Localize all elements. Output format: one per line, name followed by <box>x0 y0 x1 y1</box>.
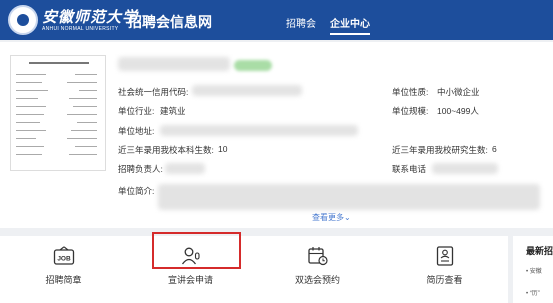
sidebar-item-text: “历” <box>529 291 540 297</box>
nature-label: 单位性质: <box>392 87 429 97</box>
sidebar-latest: 最新招 • 安徽 • “历” <box>513 236 553 303</box>
university-name: 安徽师范大学 <box>42 8 139 26</box>
grad-count-value: 6 <box>492 144 497 154</box>
university-name-en: ANHUI NORMAL UNIVERSITY <box>42 26 119 32</box>
undergrad-count-label: 近三年录用我校本科生数: <box>118 145 214 155</box>
sidebar-title: 最新招 <box>526 246 553 256</box>
view-more-link[interactable]: 查看更多⌄ <box>312 212 351 223</box>
job-board-icon: JOB <box>53 246 75 265</box>
industry-value: 建筑业 <box>160 106 186 116</box>
top-header: 安徽师范大学 ANHUI NORMAL UNIVERSITY 招聘会信息网 招聘… <box>0 0 553 40</box>
company-name-redacted <box>118 57 230 71</box>
address-redacted <box>160 125 358 136</box>
tab-label-job-fair-booking: 双选会预约 <box>294 275 340 285</box>
function-tabs: JOB 招聘简章 宣讲会申请 双选会预约 简历查看 <box>0 236 508 303</box>
phone-label: 联系电话 <box>392 164 427 174</box>
grad-count-label: 近三年录用我校研究生数: <box>392 145 488 155</box>
intro-redacted <box>158 184 540 210</box>
nav-job-fair[interactable]: 招聘会 <box>286 15 316 30</box>
tab-job-fair-booking[interactable]: 双选会预约 <box>254 236 381 303</box>
credit-code-redacted <box>192 85 302 96</box>
sidebar-item[interactable]: • 安徽 <box>526 266 542 275</box>
business-license-image[interactable] <box>10 55 106 171</box>
tab-resume-view[interactable]: 简历查看 <box>381 236 508 303</box>
calendar-clock-icon <box>308 247 328 266</box>
sidebar-item[interactable]: • “历” <box>526 288 540 297</box>
scale-label: 单位规模: <box>392 106 429 116</box>
tab-label-resume-view: 简历查看 <box>426 275 463 285</box>
address-label: 单位地址: <box>118 126 155 136</box>
recruiter-redacted <box>165 163 205 174</box>
credit-code-label: 社会统一信用代码: <box>118 87 189 97</box>
view-more-label: 查看更多 <box>312 213 344 222</box>
tab-label-job-posting: 招聘简章 <box>45 275 82 285</box>
chevron-down-icon: ⌄ <box>344 213 351 222</box>
scale-value: 100~499人 <box>437 106 479 116</box>
resume-icon <box>436 246 454 266</box>
university-logo[interactable] <box>8 5 38 35</box>
site-title[interactable]: 招聘会信息网 <box>128 12 212 32</box>
undergrad-count-value: 10 <box>218 144 228 154</box>
recruiter-label: 招聘负责人: <box>118 164 163 174</box>
svg-text:JOB: JOB <box>57 256 71 263</box>
industry-label: 单位行业: <box>118 106 155 116</box>
phone-redacted <box>432 163 498 174</box>
sidebar-item-text: 安徽 <box>529 269 542 275</box>
company-info-card: 社会统一信用代码: 单位行业: 建筑业 单位地址: 近三年录用我校本科生数: 1… <box>0 42 553 228</box>
highlight-box <box>152 232 241 269</box>
tab-job-posting[interactable]: JOB 招聘简章 <box>0 236 127 303</box>
tab-label-presentation-apply: 宣讲会申请 <box>167 275 213 285</box>
nature-value: 中小微企业 <box>437 87 480 97</box>
intro-label: 单位简介: <box>118 186 155 196</box>
status-badge <box>234 60 272 71</box>
nav-enterprise-center[interactable]: 企业中心 <box>330 15 370 35</box>
